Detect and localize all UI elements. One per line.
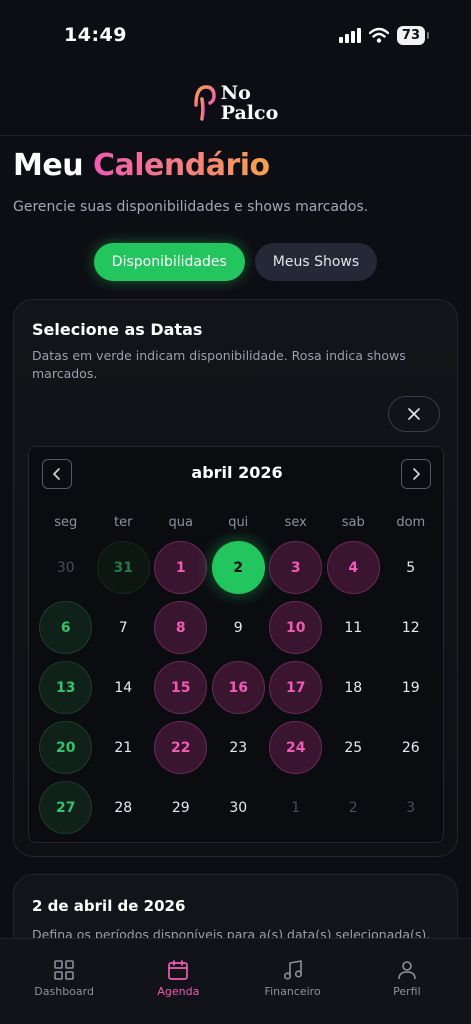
card-description: Datas em verde indicam disponibilidade. … [32, 348, 406, 381]
calendar-day[interactable]: 8 [154, 601, 208, 654]
battery-level: 73 [396, 25, 425, 45]
weekday-ter: ter [114, 515, 133, 530]
music-note-icon [283, 960, 302, 980]
close-icon [408, 408, 420, 420]
nav-financeiro[interactable]: Financeiro [243, 939, 343, 1024]
calendar-day[interactable]: 31 [96, 541, 150, 594]
battery-icon [427, 31, 429, 39]
calendar-day[interactable]: 22 [154, 721, 208, 774]
calendar-day[interactable]: 12 [384, 601, 437, 654]
bottom-nav: Dashboard Agenda Financeiro Perfil [0, 938, 471, 1024]
nav-label: Financeiro [264, 985, 321, 998]
calendar-day[interactable]: 1 [154, 541, 208, 594]
logo-line-1: No [220, 81, 251, 104]
calendar-day[interactable]: 2 [211, 541, 265, 594]
user-icon [398, 961, 416, 980]
calendar-day[interactable]: 28 [97, 781, 150, 834]
app-header: No Palco [0, 70, 471, 136]
calendar-day[interactable]: 27 [39, 781, 93, 834]
weekday-sex: sex [284, 515, 307, 530]
wifi-icon [368, 27, 389, 43]
nav-label: Agenda [157, 985, 200, 998]
calendar-day[interactable]: 4 [326, 541, 380, 594]
weekday-qui: qui [228, 515, 249, 530]
calendar-day[interactable]: 5 [384, 541, 437, 594]
app-logo[interactable]: No Palco [193, 83, 279, 123]
calendar-day[interactable]: 29 [154, 781, 207, 834]
calendar-day[interactable]: 20 [39, 721, 93, 774]
calendar-day[interactable]: 13 [39, 661, 93, 714]
weekday-dom: dom [396, 515, 426, 530]
calendar-day[interactable]: 11 [327, 601, 380, 654]
status-time: 14:49 [64, 24, 127, 46]
calendar-month: abril 2026 [191, 463, 283, 482]
calendar-day[interactable]: 9 [212, 601, 265, 654]
weekday-qua: qua [168, 515, 193, 530]
card-title: Selecione as Datas [32, 320, 203, 339]
calendar: abril 2026 seg ter qua qui sex sab dom 30 31 1 2 3 4… [28, 446, 444, 843]
weekday-seg: seg [54, 515, 78, 530]
page-title: Meu Calendário [13, 148, 270, 183]
calendar-day[interactable]: 19 [384, 661, 437, 714]
next-month-button[interactable] [401, 459, 431, 489]
calendar-day[interactable]: 15 [154, 661, 208, 714]
nav-label: Perfil [393, 985, 421, 998]
selected-date-title: 2 de abril de 2026 [32, 897, 186, 915]
logo-mark-icon [193, 84, 216, 121]
dashboard-icon [54, 960, 74, 980]
calendar-day[interactable]: 17 [269, 661, 323, 714]
calendar-day[interactable]: 16 [211, 661, 265, 714]
calendar-day[interactable]: 21 [97, 721, 150, 774]
tab-meus-shows[interactable]: Meus Shows [254, 243, 378, 281]
calendar-day[interactable]: 10 [269, 601, 323, 654]
chevron-right-icon [413, 468, 421, 480]
calendar-day[interactable]: 23 [212, 721, 265, 774]
date-selection-card: Selecione as Datas Datas em verde indica… [13, 299, 458, 857]
calendar-day[interactable]: 3 [384, 781, 437, 834]
calendar-day[interactable]: 7 [97, 601, 150, 654]
nav-agenda[interactable]: Agenda [128, 939, 228, 1024]
page-title-main: Meu [13, 148, 84, 183]
calendar-day[interactable]: 6 [39, 601, 93, 654]
status-bar: 14:49 73 [0, 0, 471, 70]
calendar-day[interactable]: 1 [269, 781, 322, 834]
logo-line-2: Palco [220, 101, 279, 124]
tab-disponibilidades[interactable]: Disponibilidades [93, 243, 245, 281]
page-title-accent: Calendário [93, 148, 270, 183]
calendar-day[interactable]: 25 [327, 721, 380, 774]
weekday-sab: sab [341, 515, 365, 530]
calendar-day[interactable]: 18 [327, 661, 380, 714]
clear-selection-button[interactable] [388, 396, 440, 432]
calendar-day[interactable]: 14 [97, 661, 150, 714]
calendar-day[interactable]: 30 [212, 781, 265, 834]
nav-perfil[interactable]: Perfil [357, 939, 457, 1024]
status-icons: 73 [338, 25, 429, 45]
signal-icon [338, 28, 361, 43]
logo-text: No Palco [221, 83, 279, 123]
view-tabs: Disponibilidades Meus Shows [0, 243, 471, 281]
page-subtitle: Gerencie suas disponibilidades e shows m… [13, 199, 369, 215]
calendar-day[interactable]: 24 [269, 721, 323, 774]
calendar-icon [168, 960, 189, 980]
nav-label: Dashboard [34, 985, 94, 998]
calendar-day[interactable]: 30 [39, 541, 92, 594]
nav-dashboard[interactable]: Dashboard [14, 939, 114, 1024]
calendar-day[interactable]: 3 [269, 541, 323, 594]
calendar-day[interactable]: 2 [327, 781, 380, 834]
calendar-day[interactable]: 26 [384, 721, 437, 774]
